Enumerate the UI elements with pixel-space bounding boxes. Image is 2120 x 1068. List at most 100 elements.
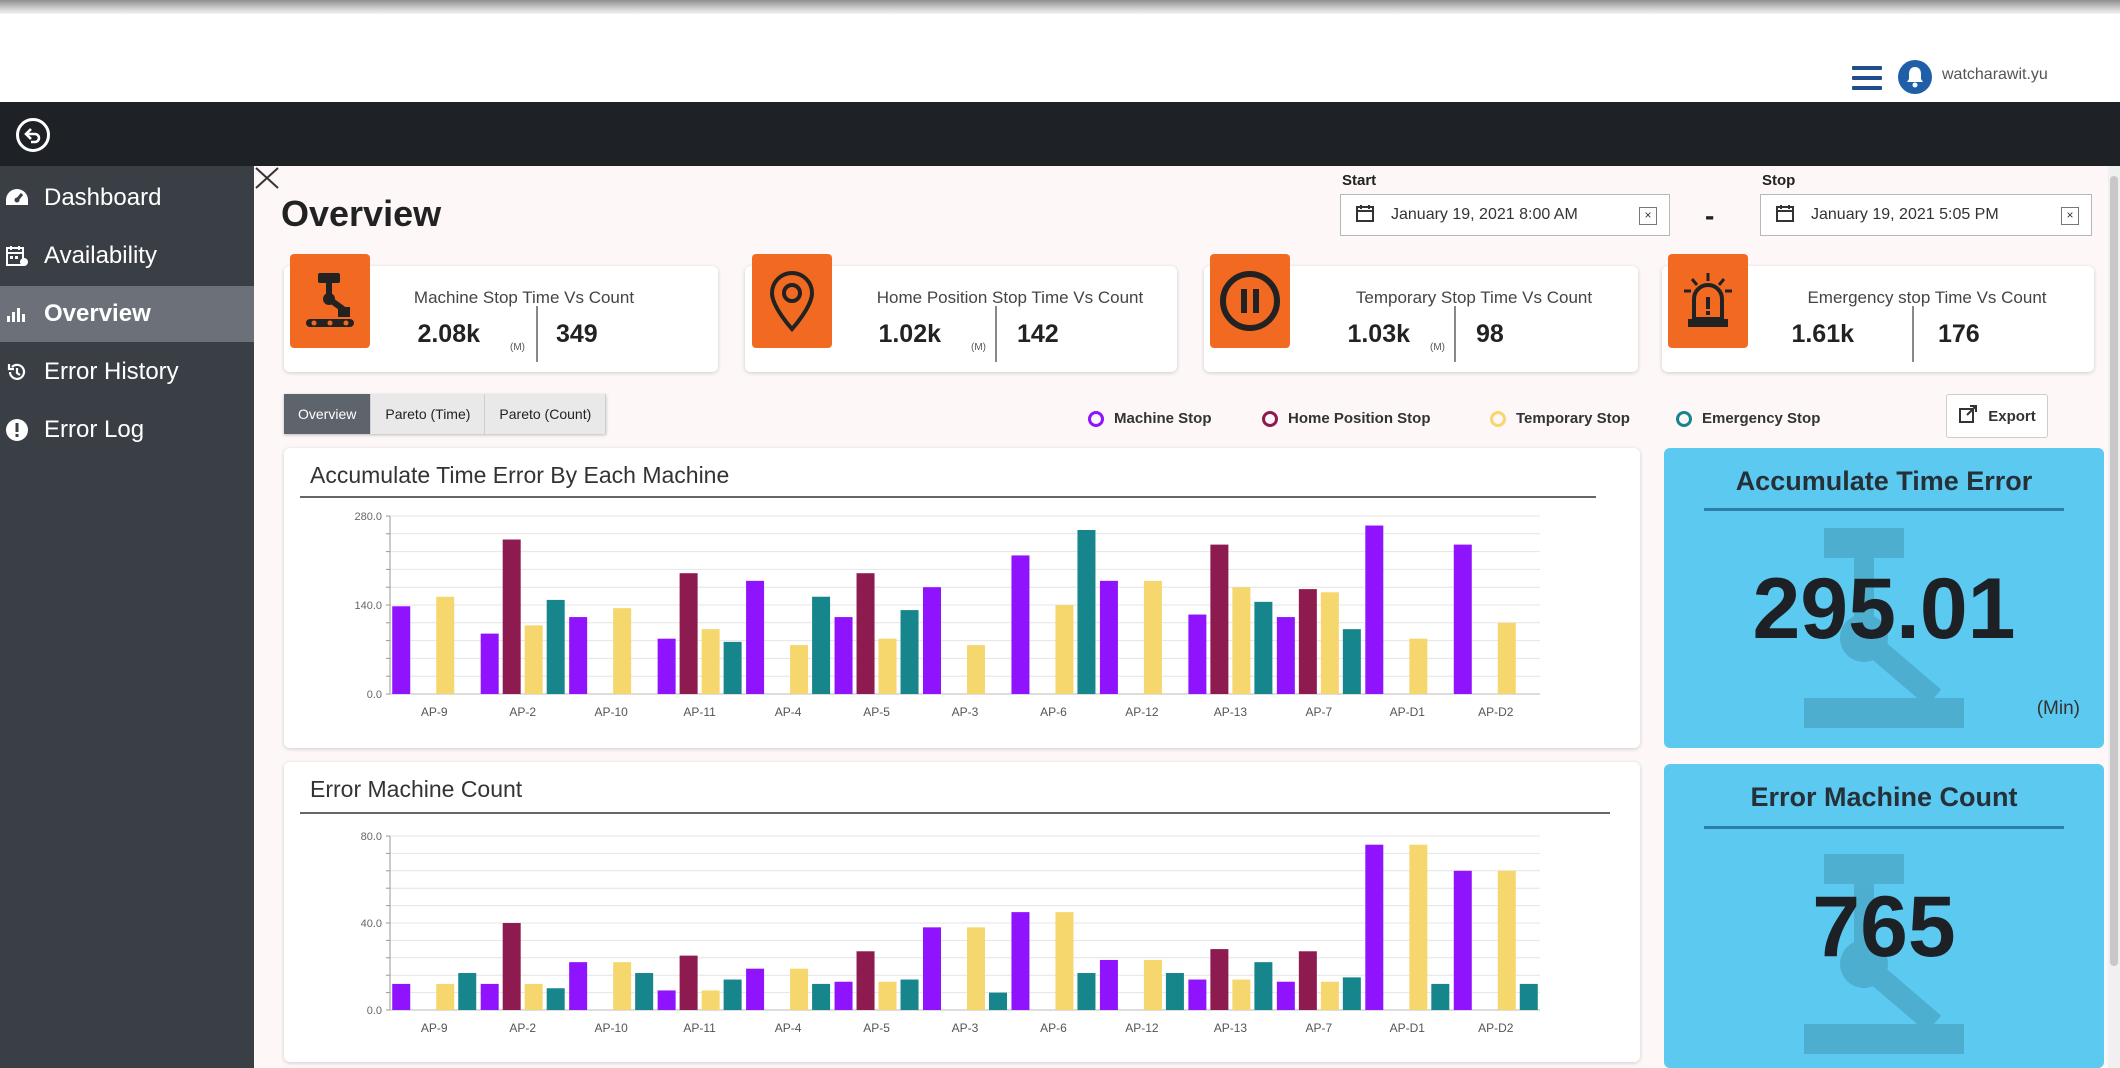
bar-temporary-stop	[436, 596, 455, 694]
card-divider	[1454, 306, 1456, 362]
card-title: Machine Stop Time Vs Count	[413, 288, 635, 307]
x-tick-label: AP-7	[1306, 705, 1333, 719]
bar-machine-stop	[1188, 979, 1207, 1010]
card-time-unit: (M)	[971, 342, 986, 353]
x-tick-label: AP-11	[683, 1021, 716, 1035]
card-time-value: 1.03k	[1347, 320, 1410, 348]
bar-machine-stop	[746, 968, 765, 1010]
x-tick-label: AP-D2	[1478, 1021, 1514, 1035]
window-top-edge	[0, 0, 2120, 14]
card-time-unit: (M)	[510, 342, 525, 353]
bar-temporary-stop	[967, 645, 985, 694]
bar-home-position-stop	[679, 573, 698, 694]
sidebar-item-dashboard[interactable]: Dashboard	[0, 170, 254, 226]
x-tick-label: AP-13	[1214, 1021, 1248, 1035]
bar-home-position-stop	[502, 923, 521, 1010]
x-tick-label: AP-13	[1214, 705, 1248, 719]
card-title: Temporary Stop Time Vs Count	[1355, 288, 1593, 307]
x-tick-label: AP-6	[1040, 705, 1067, 719]
card-count-value: 349	[556, 320, 598, 348]
bar-emergency-stop	[1077, 973, 1096, 1010]
x-tick-label: AP-10	[594, 705, 628, 719]
legend-item-home-position-stop: Home Position Stop	[1262, 410, 1431, 427]
card-time-value: 2.08k	[417, 320, 480, 348]
y-tick-label: 80.0	[361, 831, 382, 843]
x-tick-label: AP-10	[594, 1021, 628, 1035]
history-icon	[2, 357, 32, 387]
close-sidebar-icon[interactable]	[254, 166, 280, 195]
notification-bell-icon[interactable]	[1898, 60, 1932, 94]
bar-home-position-stop	[1298, 589, 1317, 694]
tab-pareto-time[interactable]: Pareto (Time)	[371, 394, 486, 434]
time-error-chart-panel: Accumulate Time Error By Each Machine 0.…	[284, 448, 1640, 748]
bar-temporary-stop	[1320, 981, 1339, 1010]
calendar-icon	[2, 241, 32, 271]
bar-home-position-stop	[1210, 949, 1229, 1010]
x-tick-label: AP-9	[421, 705, 448, 719]
calendar-icon	[1355, 203, 1375, 228]
bar-machine-stop	[657, 638, 676, 694]
bar-machine-stop	[569, 962, 588, 1010]
bar-home-position-stop	[1210, 544, 1229, 694]
y-tick-label: 140.0	[354, 600, 382, 612]
start-date-field[interactable]: January 19, 2021 8:00 AM ×	[1340, 194, 1670, 236]
bar-temporary-stop	[1320, 592, 1339, 694]
bar-temporary-stop	[613, 962, 632, 1010]
sidebar: Dashboard Availability Overview Error Hi…	[0, 166, 254, 1068]
calendar-icon	[1775, 203, 1795, 228]
bar-machine-stop	[1099, 580, 1118, 694]
tab-pareto-count[interactable]: Pareto (Count)	[485, 394, 607, 434]
username-label[interactable]: watcharawit.yu	[1942, 66, 2048, 84]
legend-marker	[1262, 410, 1278, 427]
accumulate-time-error-kpi: Accumulate Time Error 295.01 (Min)	[1664, 448, 2104, 748]
x-tick-label: AP-4	[775, 705, 802, 719]
sidebar-item-error-history[interactable]: Error History	[0, 344, 254, 400]
bar-temporary-stop	[701, 629, 720, 694]
kpi-title-underline	[1704, 826, 2064, 829]
clear-start-date-icon[interactable]: ×	[1639, 207, 1657, 225]
tab-overview[interactable]: Overview	[284, 394, 372, 434]
bar-temporary-stop	[1143, 959, 1162, 1010]
back-icon[interactable]	[16, 118, 50, 152]
start-label: Start	[1342, 172, 1377, 189]
x-tick-label: AP-D1	[1390, 705, 1426, 719]
bar-machine-stop	[392, 606, 411, 694]
bar-temporary-stop	[1232, 587, 1251, 694]
app-toolbar	[0, 102, 2120, 166]
x-tick-label: AP-6	[1040, 1021, 1067, 1035]
page-title: Overview	[281, 193, 442, 234]
card-count-value: 142	[1017, 320, 1059, 348]
bar-machine-stop	[480, 633, 499, 694]
x-tick-label: AP-12	[1125, 1021, 1159, 1035]
alert-icon	[2, 415, 32, 445]
bar-temporary-stop	[1409, 638, 1428, 694]
x-tick-label: AP-5	[863, 1021, 890, 1035]
bar-emergency-stop	[1254, 601, 1273, 694]
export-button[interactable]: Export	[1946, 394, 2048, 438]
bar-temporary-stop	[878, 981, 897, 1010]
bar-machine-stop	[1011, 912, 1030, 1010]
bar-machine-stop	[569, 617, 588, 694]
bar-emergency-stop	[1519, 983, 1538, 1010]
card-divider	[536, 306, 538, 362]
sidebar-item-error-log[interactable]: Error Log	[0, 402, 254, 458]
bar-emergency-stop	[989, 992, 1007, 1010]
card-time-value: 1.61k	[1791, 320, 1854, 348]
menu-icon[interactable]	[1852, 66, 1882, 90]
bar-temporary-stop	[1497, 870, 1516, 1010]
x-tick-label: AP-3	[952, 705, 979, 719]
vertical-scrollbar[interactable]	[2108, 166, 2120, 1068]
scrollbar-thumb[interactable]	[2110, 176, 2118, 966]
sidebar-item-overview[interactable]: Overview	[0, 286, 254, 342]
pause-icon	[1210, 254, 1290, 348]
sidebar-item-label: Error History	[44, 358, 179, 385]
bar-temporary-stop	[436, 983, 455, 1010]
clear-stop-date-icon[interactable]: ×	[2061, 207, 2079, 225]
card-time-value: 1.02k	[878, 320, 941, 348]
sidebar-item-label: Dashboard	[44, 184, 162, 211]
bar-emergency-stop	[1342, 977, 1361, 1010]
bar-emergency-stop	[1165, 973, 1184, 1010]
sidebar-item-availability[interactable]: Availability	[0, 228, 254, 284]
legend-label: Emergency Stop	[1702, 410, 1821, 427]
stop-date-field[interactable]: January 19, 2021 5:05 PM ×	[1760, 194, 2092, 236]
